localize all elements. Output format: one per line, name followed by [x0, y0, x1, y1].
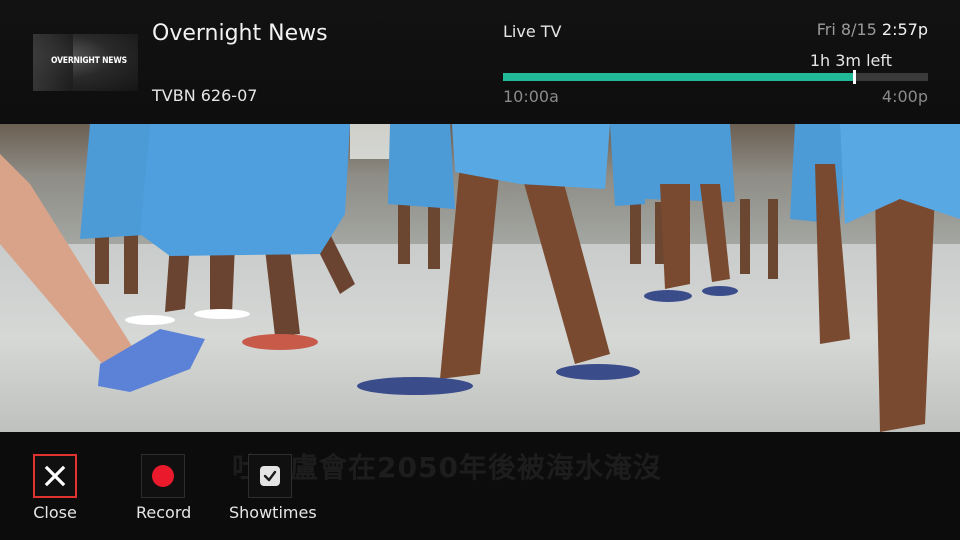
- live-tv-label: Live TV: [503, 22, 562, 41]
- record-button[interactable]: Record: [136, 454, 192, 522]
- clock-icon: [260, 466, 280, 486]
- video-frame: [0, 124, 960, 432]
- close-button-box[interactable]: [33, 454, 77, 498]
- channel-label: TVBN 626-07: [152, 86, 258, 105]
- program-end-time: 4:00p: [881, 87, 928, 106]
- current-date: Fri 8/15: [816, 20, 877, 39]
- time-remaining: 1h 3m left: [809, 51, 892, 70]
- record-icon: [152, 465, 174, 487]
- showtimes-button[interactable]: Showtimes: [229, 454, 317, 522]
- record-button-box[interactable]: [141, 454, 185, 498]
- close-button[interactable]: Close: [32, 454, 78, 522]
- showtimes-button-box[interactable]: [248, 454, 292, 498]
- record-label: Record: [136, 503, 192, 522]
- video-scene: [0, 124, 960, 432]
- live-tv-player: OVERNIGHT NEWS Overnight News TVBN 626-0…: [0, 0, 960, 540]
- program-title: Overnight News: [152, 21, 328, 46]
- program-progress-bar: [503, 70, 928, 84]
- close-label: Close: [33, 503, 77, 522]
- action-bar: 吐瓦盧會在2050年後被海水淹沒 Close Record Showtimes: [0, 432, 960, 540]
- program-thumbnail: OVERNIGHT NEWS: [33, 34, 138, 91]
- program-info-bar: OVERNIGHT NEWS Overnight News TVBN 626-0…: [0, 0, 960, 124]
- progress-marker: [852, 70, 856, 84]
- program-start-time: 10:00a: [503, 87, 559, 106]
- close-icon: [44, 465, 66, 487]
- thumbnail-title: OVERNIGHT NEWS: [51, 56, 127, 66]
- current-time: 2:57p: [881, 20, 928, 39]
- clock: Fri 8/15 2:57p: [817, 20, 928, 39]
- progress-fill: [503, 73, 854, 81]
- showtimes-label: Showtimes: [229, 503, 317, 522]
